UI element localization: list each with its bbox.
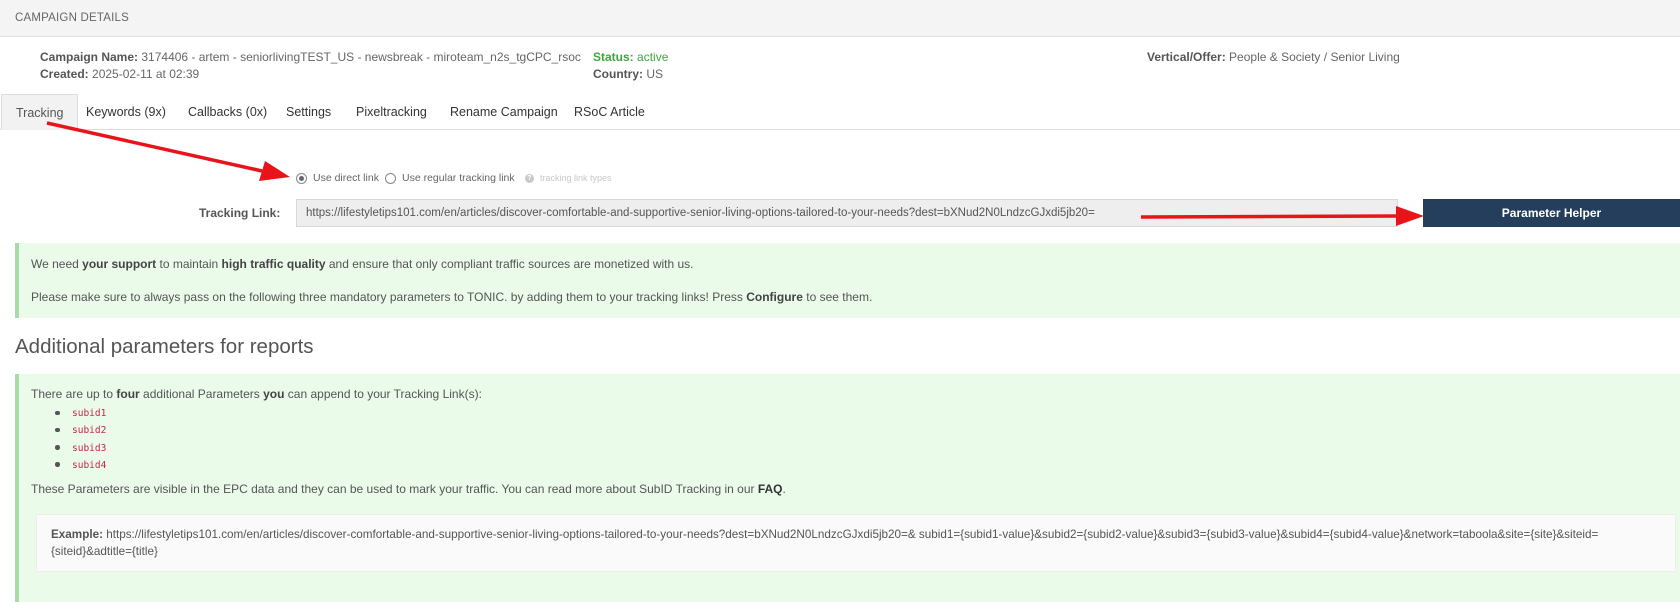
country-label: Country: (593, 67, 643, 81)
tracking-link-field[interactable]: https://lifestyletips101.com/en/articles… (296, 199, 1398, 227)
campaign-info-right: Vertical/Offer: People & Society / Senio… (1147, 49, 1400, 66)
created-label: Created: (40, 67, 89, 81)
campaign-name-value: 3174406 - artem - seniorlivingTEST_US - … (141, 50, 581, 64)
campaign-info-left: Campaign Name: 3174406 - artem - seniorl… (40, 49, 581, 83)
tab-bar: Tracking Keywords (9x) Callbacks (0x) Se… (0, 94, 1680, 130)
tracking-link-label: Tracking Link: (199, 206, 281, 220)
vertical-label: Vertical/Offer: (1147, 50, 1226, 64)
tab-rsoc-article[interactable]: RSoC Article (560, 94, 659, 130)
list-item: subid1 (55, 404, 106, 421)
campaign-info-middle: Status: active Country: US (593, 49, 668, 83)
status-value: active (637, 50, 669, 64)
arrow-head-helper (1396, 206, 1424, 226)
faq-link[interactable]: FAQ (758, 482, 783, 496)
radio-unselected-icon (385, 172, 396, 184)
tab-keywords[interactable]: Keywords (9x) (72, 94, 180, 130)
country-value: US (646, 67, 664, 81)
panel-title: CAMPAIGN DETAILS (15, 12, 129, 24)
regular-link-label: Use regular tracking link (402, 172, 515, 184)
tab-rename-campaign[interactable]: Rename Campaign (436, 94, 572, 130)
example-url-cont: {siteid}&adtitle={title} (51, 544, 158, 558)
vertical-value: People & Society / Senior Living (1229, 50, 1400, 64)
link-types-hint-label: tracking link types (540, 173, 612, 183)
tab-tracking[interactable]: Tracking (1, 94, 79, 130)
notice-line-1: We need your support to maintain high tr… (31, 257, 694, 271)
params-list: subid1 subid2 subid3 subid4 (55, 404, 106, 473)
list-item: subid4 (55, 456, 106, 473)
list-item: subid3 (55, 439, 106, 456)
example-label: Example: (51, 528, 103, 541)
notice-line-2: Please make sure to always pass on the f… (31, 290, 873, 304)
tab-settings[interactable]: Settings (272, 94, 345, 130)
section-title: Additional parameters for reports (15, 335, 314, 358)
campaign-name-label: Campaign Name: (40, 50, 139, 64)
panel-header: CAMPAIGN DETAILS (0, 0, 1680, 37)
arrow-head-direct (259, 161, 290, 181)
tab-callbacks[interactable]: Callbacks (0x) (174, 94, 281, 130)
example-url: https://lifestyletips101.com/en/articles… (102, 528, 1599, 541)
configure-text: Configure (746, 290, 803, 304)
tab-pixeltracking[interactable]: Pixeltracking (342, 94, 441, 130)
created-value: 2025-02-11 at 02:39 (92, 67, 200, 81)
question-icon: ? (525, 173, 534, 183)
radio-selected-icon (296, 172, 307, 184)
additional-params-box: There are up to four additional Paramete… (15, 374, 1680, 602)
status-label: Status: (593, 50, 634, 64)
example-block: Example: https://lifestyletips101.com/en… (36, 514, 1676, 572)
arrow-tracking-to-direct (46, 121, 263, 173)
params-intro: There are up to four additional Paramete… (31, 387, 482, 401)
parameter-helper-button[interactable]: Parameter Helper (1423, 199, 1680, 227)
direct-link-radio[interactable]: Use direct link (296, 172, 379, 184)
direct-link-label: Use direct link (313, 172, 379, 184)
regular-link-radio[interactable]: Use regular tracking link (385, 172, 515, 184)
list-item: subid2 (55, 421, 106, 438)
link-types-hint[interactable]: ? tracking link types (525, 173, 612, 183)
support-notice: We need your support to maintain high tr… (15, 243, 1680, 318)
params-description: These Parameters are visible in the EPC … (31, 482, 786, 496)
